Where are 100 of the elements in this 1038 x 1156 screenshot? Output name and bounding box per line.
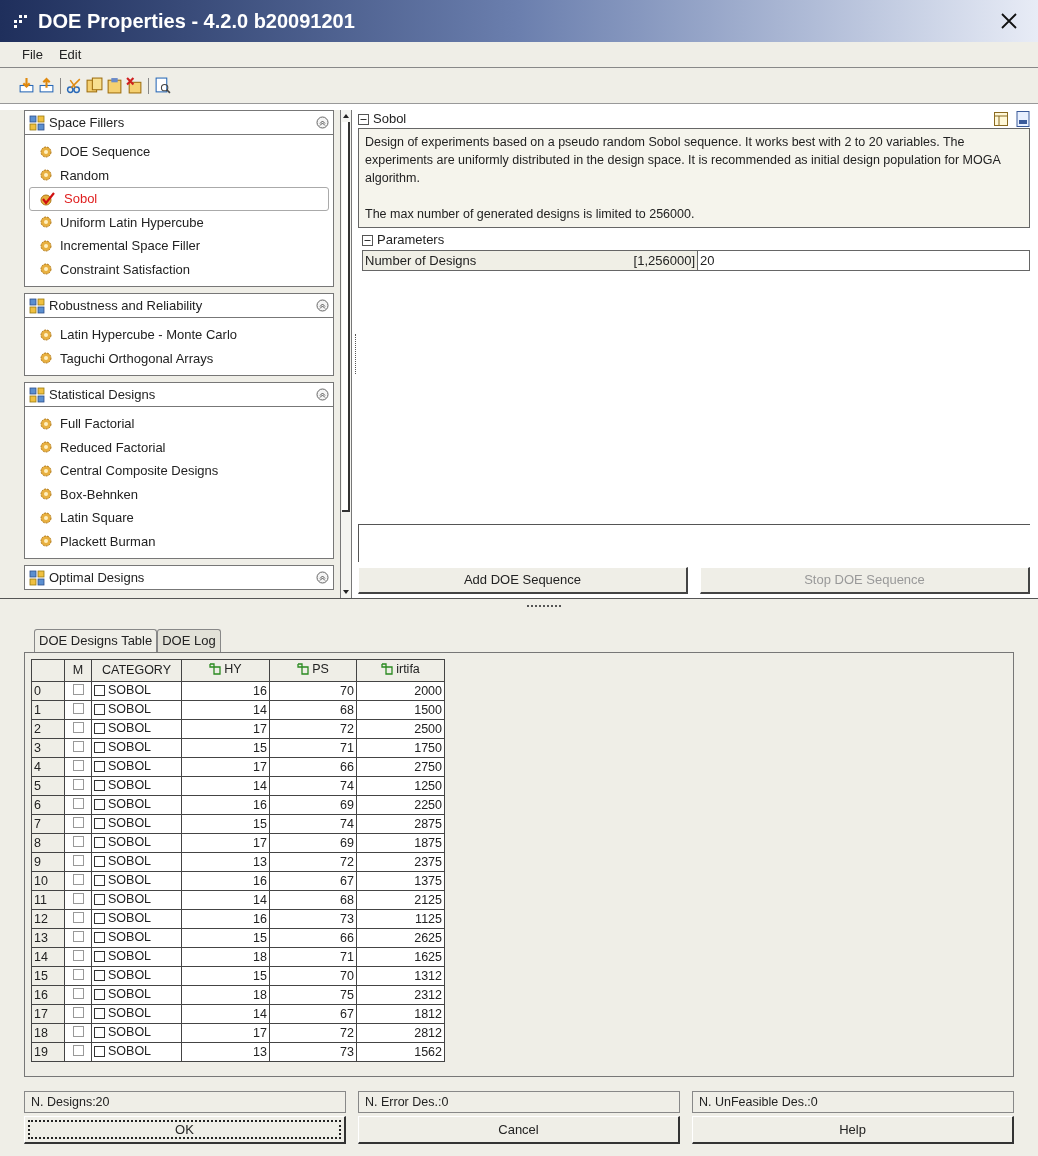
clipboard-icon[interactable]	[106, 77, 123, 94]
list-item[interactable]: Uniform Latin Hypercube	[29, 210, 329, 234]
import-icon[interactable]	[18, 77, 35, 94]
checkbox[interactable]	[94, 798, 105, 810]
checkbox[interactable]	[94, 855, 105, 867]
gear-icon	[40, 464, 52, 477]
checkbox[interactable]	[94, 836, 105, 848]
sequence-button[interactable]: Add DOE Sequence	[358, 567, 688, 594]
table-cell: 2000	[356, 681, 445, 701]
blocks-icon	[29, 569, 45, 586]
list-item[interactable]: Central Composite Designs	[29, 459, 329, 483]
list-item[interactable]: Incremental Space Filler	[29, 234, 329, 258]
checkbox[interactable]	[72, 836, 84, 848]
checkbox[interactable]	[94, 874, 105, 886]
table-cell: 70	[269, 681, 357, 701]
checkbox[interactable]	[72, 798, 84, 810]
table-cell: 74	[269, 776, 357, 796]
dialog-button[interactable]: Help	[692, 1116, 1014, 1144]
delete-icon[interactable]	[126, 77, 143, 94]
checkbox[interactable]	[72, 779, 84, 791]
column-header[interactable]: M	[64, 659, 92, 682]
column-header[interactable]: HY	[181, 659, 270, 682]
checkbox[interactable]	[94, 722, 105, 734]
list-item[interactable]: Box-Behnken	[29, 482, 329, 506]
list-item[interactable]: Random	[29, 163, 329, 187]
copy-icon[interactable]	[86, 77, 103, 94]
checkbox[interactable]	[72, 931, 84, 943]
window-title: DOE Properties - 4.2.0 b20091201	[38, 9, 355, 34]
gear-icon	[40, 216, 52, 229]
checkbox[interactable]	[72, 1026, 84, 1038]
checkbox[interactable]	[94, 817, 105, 829]
table-cell: 15	[181, 738, 270, 758]
table-cell: 73	[269, 1042, 357, 1062]
list-item[interactable]: Constraint Satisfaction	[29, 257, 329, 281]
checkbox[interactable]	[94, 893, 105, 905]
checkbox[interactable]	[72, 855, 84, 867]
table-cell: 68	[269, 700, 357, 720]
checkbox[interactable]	[94, 684, 105, 696]
list-item[interactable]: Plackett Burman	[29, 529, 329, 553]
column-header[interactable]: irtifa	[356, 659, 445, 682]
checkbox[interactable]	[72, 893, 84, 905]
checkbox[interactable]	[72, 950, 84, 962]
checkbox[interactable]	[72, 1045, 84, 1057]
table-cell: 18	[181, 985, 270, 1005]
list-item[interactable]: Latin Hypercube - Monte Carlo	[29, 323, 329, 347]
checkbox[interactable]	[94, 1045, 105, 1057]
checkbox[interactable]	[94, 969, 105, 981]
list-item[interactable]: Reduced Factorial	[29, 435, 329, 459]
checkbox[interactable]	[72, 703, 84, 715]
export-icon[interactable]	[38, 77, 55, 94]
checkbox[interactable]	[72, 722, 84, 734]
checkbox[interactable]	[72, 874, 84, 886]
checkbox[interactable]	[94, 1007, 105, 1019]
column-header[interactable]: CATEGORY	[91, 659, 182, 682]
dialog-button[interactable]: Cancel	[358, 1116, 680, 1144]
collapse-icon[interactable]	[362, 234, 373, 246]
category-text: SOBOL	[108, 760, 152, 773]
checkbox[interactable]	[72, 817, 84, 829]
checkbox[interactable]	[72, 741, 84, 753]
group-header[interactable]: Robustness and Reliability	[24, 293, 334, 318]
scissors-icon[interactable]	[66, 77, 83, 94]
list-item[interactable]: DOE Sequence	[29, 140, 329, 164]
list-item[interactable]: Taguchi Orthogonal Arrays	[29, 346, 329, 370]
checkbox[interactable]	[94, 741, 105, 753]
table-cell: 67	[269, 871, 357, 891]
checkbox[interactable]	[72, 988, 84, 1000]
checkbox[interactable]	[94, 760, 105, 772]
group-header[interactable]: Optimal Designs	[24, 565, 334, 590]
checkbox[interactable]	[72, 684, 84, 696]
list-item[interactable]: Full Factorial	[29, 412, 329, 436]
menu-item[interactable]: File	[22, 44, 43, 65]
table-cell: 17	[181, 1023, 270, 1043]
checkbox[interactable]	[94, 931, 105, 943]
checkbox[interactable]	[94, 988, 105, 1000]
category-text: SOBOL	[108, 779, 152, 792]
list-item[interactable]: Latin Square	[29, 506, 329, 530]
tab[interactable]: DOE Designs Table	[34, 629, 158, 652]
dialog-button[interactable]: OK	[24, 1116, 346, 1144]
table-icon[interactable]	[994, 112, 1008, 126]
tab[interactable]: DOE Log	[157, 629, 221, 652]
checkbox[interactable]	[72, 760, 84, 772]
group-header[interactable]: Space Fillers	[24, 110, 334, 135]
checkbox[interactable]	[94, 1026, 105, 1038]
checkbox[interactable]	[72, 969, 84, 981]
menu-item[interactable]: Edit	[58, 44, 82, 65]
column-header[interactable]: PS	[269, 659, 357, 682]
scrollbar[interactable]	[340, 110, 352, 598]
checkbox[interactable]	[94, 950, 105, 962]
checkbox[interactable]	[94, 703, 105, 715]
section-title: Sobol	[373, 110, 407, 129]
table-cell: 1375	[356, 871, 445, 891]
checkbox[interactable]	[94, 779, 105, 791]
group-header[interactable]: Statistical Designs	[24, 382, 334, 407]
document-icon[interactable]	[1016, 111, 1030, 127]
preview-icon[interactable]	[154, 77, 171, 94]
checkbox[interactable]	[94, 912, 105, 924]
checkbox[interactable]	[72, 912, 84, 924]
checkbox[interactable]	[72, 1007, 84, 1019]
list-item[interactable]: Sobol	[29, 187, 329, 211]
collapse-icon[interactable]	[358, 113, 369, 125]
